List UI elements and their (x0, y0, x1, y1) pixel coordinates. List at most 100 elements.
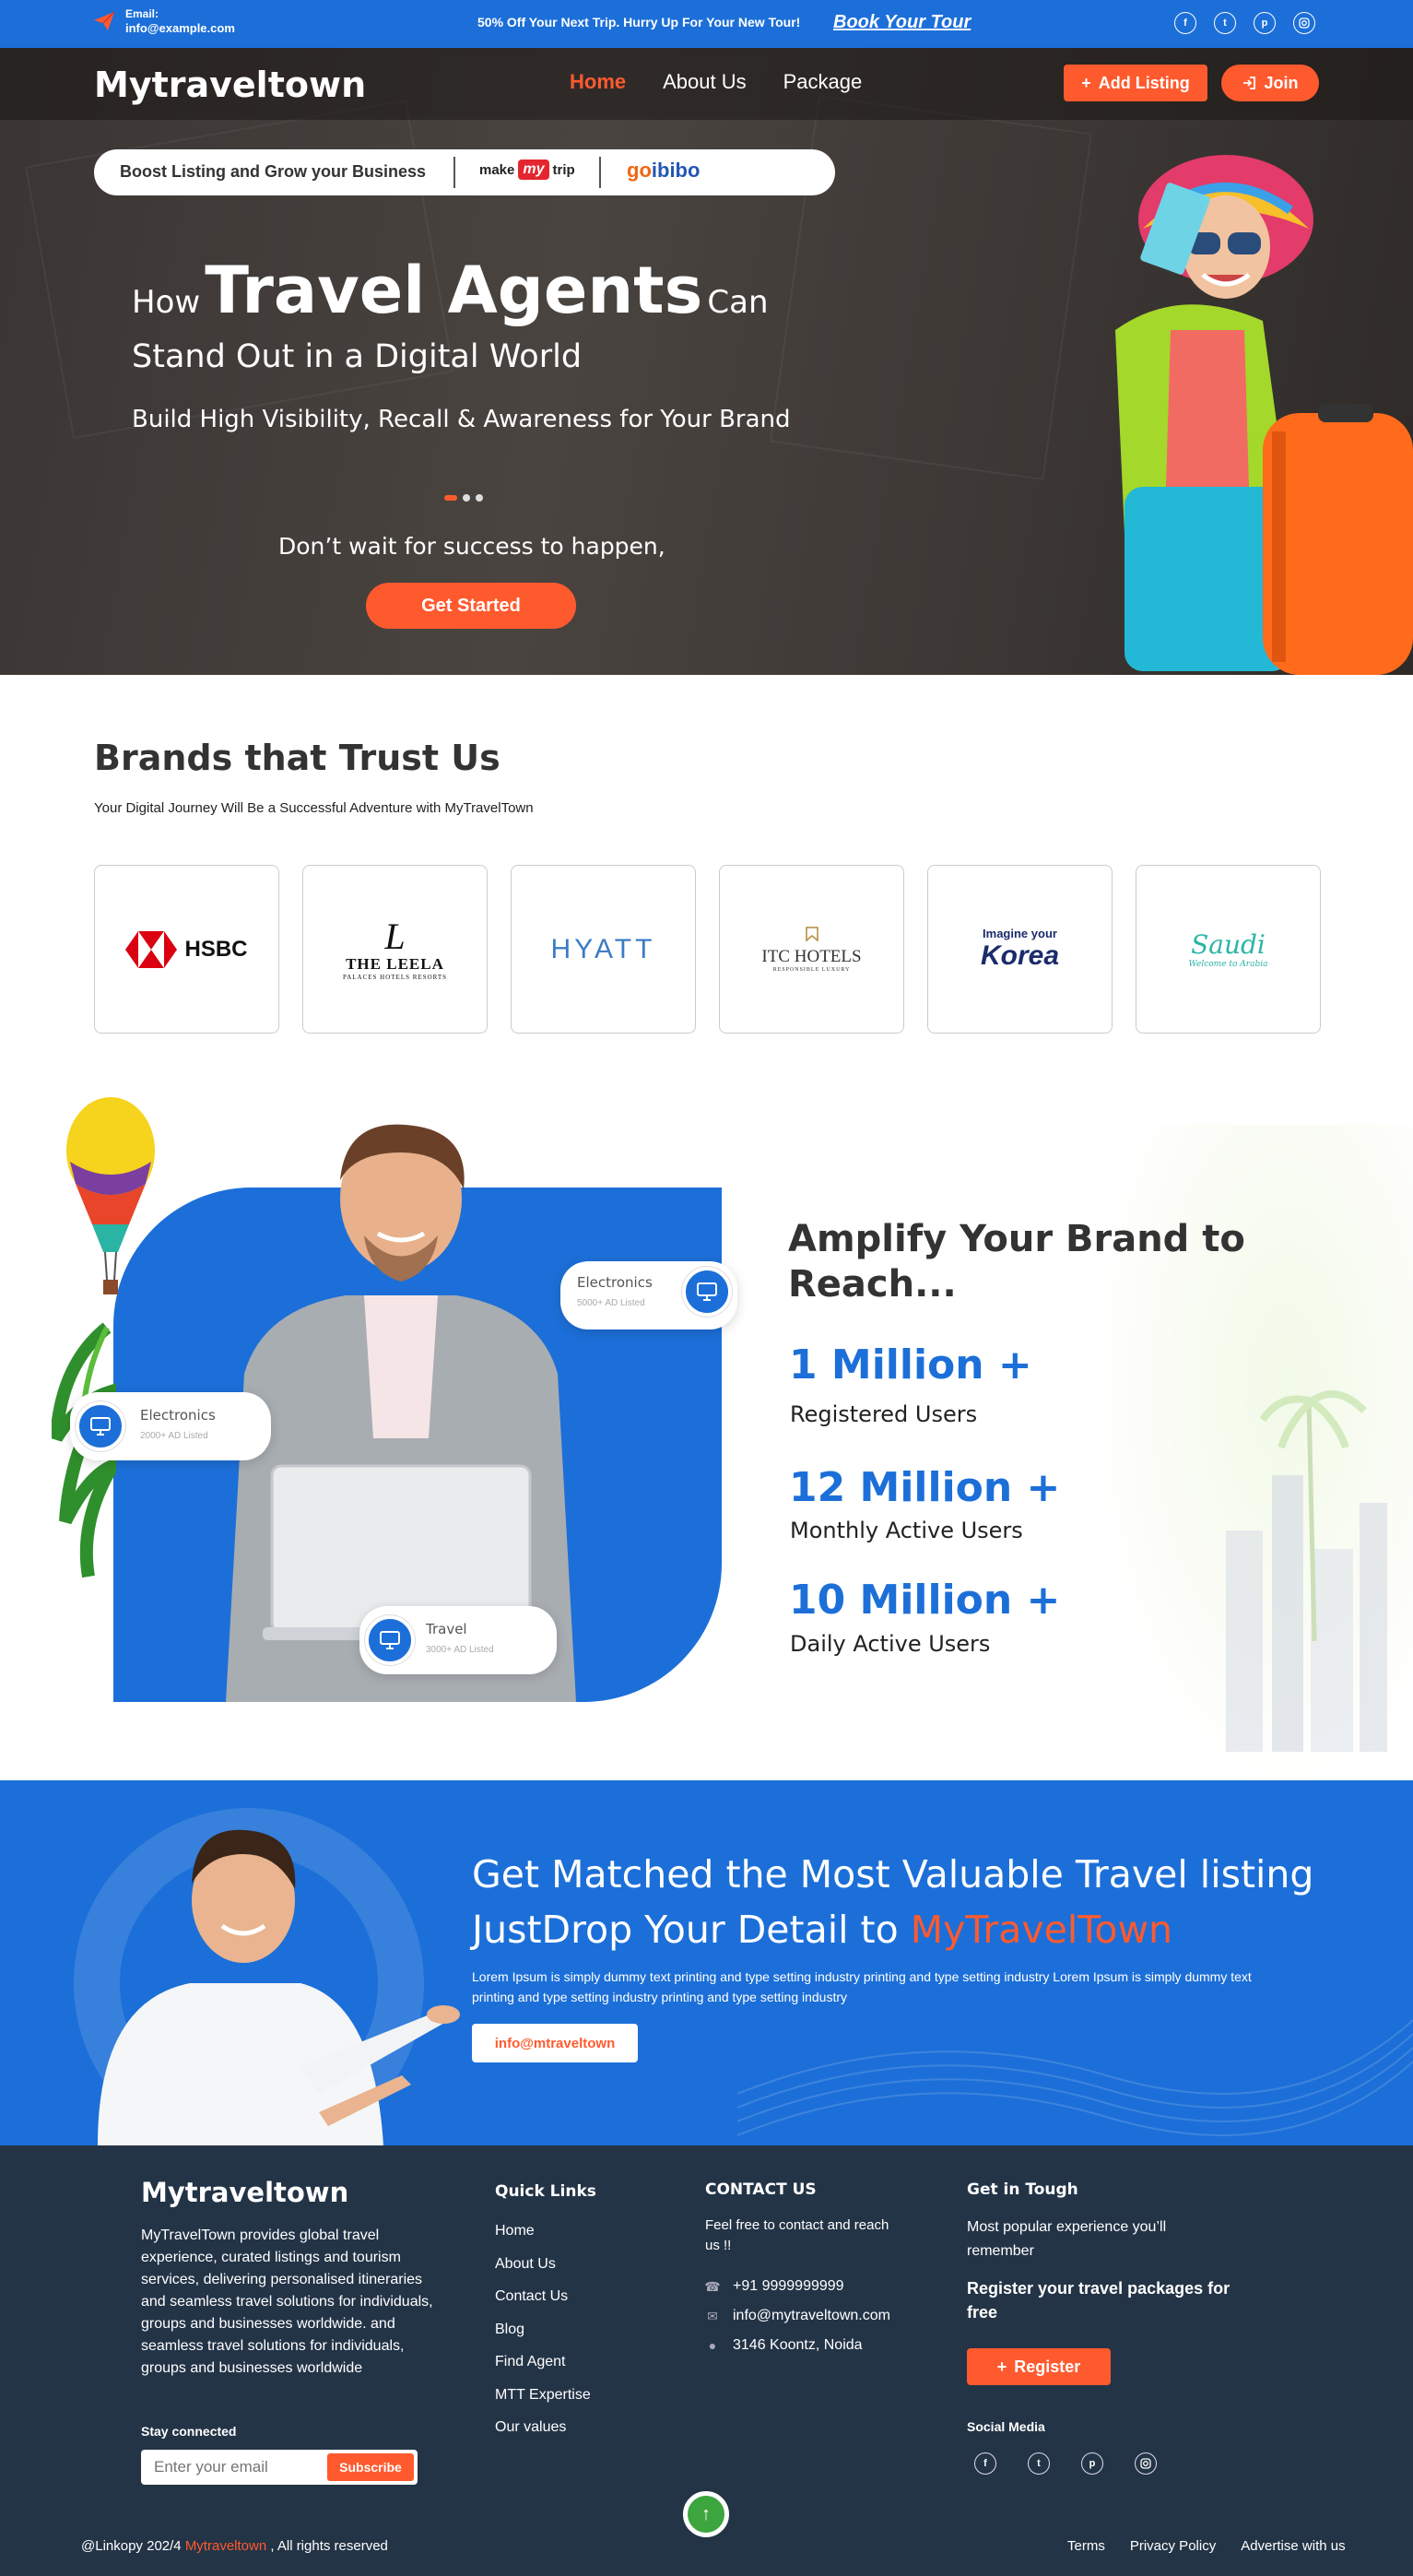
login-icon (1243, 77, 1256, 89)
divider (599, 157, 601, 188)
navbar: Mytraveltown Home About Us Package + Add… (0, 48, 1413, 120)
facebook-icon[interactable]: f (974, 2452, 996, 2475)
divider (453, 157, 455, 188)
main-nav: Home About Us Package (570, 70, 862, 94)
matched-title: Get Matched the Most Valuable Travel lis… (472, 1852, 1314, 1897)
goibibo-logo: goibibo (627, 159, 701, 182)
nav-item-about[interactable]: About Us (663, 70, 747, 94)
scroll-to-top-button[interactable]: ↑ (683, 2491, 729, 2537)
brand-card-saudi[interactable]: Saudi Welcome to Arabia (1136, 865, 1321, 1034)
contact-title: CONTACT US (705, 2180, 817, 2199)
stat-chip-electronics-5000: Electronics 5000+ AD Listed (560, 1261, 737, 1329)
footer-link-contact[interactable]: Contact Us (495, 2288, 591, 2322)
add-listing-button[interactable]: + Add Listing (1064, 65, 1207, 101)
twitter-icon[interactable]: t (1028, 2452, 1050, 2475)
stat-value: 12 Million + (789, 1464, 1061, 1511)
hero-subheadline: Build High Visibility, Recall & Awarenes… (132, 406, 791, 433)
contact-text: Feel free to contact and reach us !! (705, 2217, 889, 2253)
monitor-icon (365, 1615, 415, 1665)
join-button[interactable]: Join (1221, 65, 1319, 101)
terms-link[interactable]: Terms (1067, 2538, 1105, 2554)
carousel-dot[interactable] (476, 494, 483, 502)
join-label: Join (1264, 73, 1299, 92)
stat-chip-travel-3000: Travel 3000+ AD Listed (359, 1606, 557, 1674)
brand-card-itc[interactable]: ITC HOTELS RESPONSIBLE LUXURY (719, 865, 904, 1034)
stat-label: Registered Users (790, 1401, 978, 1427)
contact-address: ● 3146 Koontz, Noida (705, 2337, 863, 2354)
footer-logo[interactable]: Mytraveltown (141, 2177, 348, 2208)
twitter-icon[interactable]: t (1214, 12, 1236, 34)
footer-link-blog[interactable]: Blog (495, 2322, 591, 2355)
newsletter-form: Subscribe (141, 2450, 418, 2485)
itc-hotels-logo: ITC HOTELS RESPONSIBLE LUXURY (761, 926, 862, 973)
pointing-man-image (98, 1829, 460, 2145)
matched-title-line2: JustDrop Your Detail to MyTravelTown (472, 1908, 1172, 1952)
brand-logos: HSBC L THE LEELA PALACES HOTELS RESORTS … (94, 865, 1321, 1034)
boost-listing-banner[interactable]: Boost Listing and Grow your Business mak… (94, 149, 835, 195)
hero-section: Mytraveltown Home About Us Package + Add… (0, 48, 1413, 675)
hero-headline-line2: Stand Out in a Digital World (132, 338, 583, 375)
footer: Mytraveltown MyTravelTown provides globa… (0, 2145, 1413, 2576)
leela-logo: L THE LEELA PALACES HOTELS RESORTS (342, 915, 448, 981)
phone-icon: ☎ (704, 2278, 721, 2294)
boost-text: Boost Listing and Grow your Business (120, 162, 427, 181)
book-tour-link[interactable]: Book Your Tour (833, 12, 971, 33)
stat-label: Monthly Active Users (790, 1518, 1023, 1543)
top-bar: Email: info@example.com 50% Off Your Nex… (0, 0, 1413, 48)
register-button[interactable]: + Register (967, 2348, 1111, 2385)
email-value[interactable]: info@example.com (125, 21, 235, 35)
monitor-icon (76, 1401, 125, 1451)
contact-phone[interactable]: ☎ +91 9999999999 (704, 2278, 843, 2295)
subscribe-button[interactable]: Subscribe (327, 2453, 414, 2481)
arrow-up-icon: ↑ (701, 2503, 711, 2524)
city-palm-illustration (1226, 1390, 1387, 1752)
contact-email[interactable]: ✉ info@mytraveltown.com (705, 2308, 890, 2324)
footer-link-our-values[interactable]: Our values (495, 2419, 591, 2452)
site-logo[interactable]: Mytraveltown (94, 65, 366, 105)
hsbc-logo: HSBC (125, 930, 248, 968)
hero-headline: How Travel Agents Can (132, 253, 769, 328)
pinterest-icon[interactable]: p (1254, 12, 1276, 34)
top-social-links: f t p (1174, 12, 1315, 34)
brand-card-korea[interactable]: Imagine your Korea (927, 865, 1113, 1034)
get-in-touch-text: Most popular experience you’ll remember (967, 2219, 1167, 2259)
newsletter-email-input[interactable] (154, 2457, 320, 2477)
instagram-icon[interactable] (1293, 12, 1315, 34)
location-pin-icon: ● (708, 2338, 717, 2353)
footer-link-mtt-expertise[interactable]: MTT Expertise (495, 2387, 591, 2420)
nav-item-home[interactable]: Home (570, 70, 626, 94)
privacy-policy-link[interactable]: Privacy Policy (1130, 2538, 1216, 2554)
carousel-dot[interactable] (444, 495, 457, 501)
email-info: Email: info@example.com (92, 7, 235, 35)
pinterest-icon[interactable]: p (1081, 2452, 1103, 2475)
footer-link-find-agent[interactable]: Find Agent (495, 2354, 591, 2387)
hyatt-logo: HYATT (550, 933, 656, 964)
brand-card-hsbc[interactable]: HSBC (94, 865, 279, 1034)
saudi-tourism-logo: Saudi Welcome to Arabia (1188, 929, 1268, 969)
facebook-icon[interactable]: f (1174, 12, 1196, 34)
instagram-icon[interactable] (1135, 2452, 1157, 2475)
footer-link-home[interactable]: Home (495, 2223, 591, 2256)
stat-value: 1 Million + (789, 1341, 1032, 1388)
korea-tourism-logo: Imagine your Korea (980, 927, 1060, 971)
brand-card-hyatt[interactable]: HYATT (511, 865, 696, 1034)
stat-value: 10 Million + (789, 1577, 1061, 1624)
footer-description: MyTravelTown provides global travel expe… (141, 2227, 433, 2376)
register-prompt: Register your travel packages for free (967, 2279, 1230, 2322)
copyright: @Linkopy 202/4 Mytraveltown , All rights… (81, 2538, 388, 2554)
promo-text: 50% Off Your Next Trip. Hurry Up For You… (477, 15, 801, 30)
footer-link-about[interactable]: About Us (495, 2256, 591, 2289)
plus-icon: + (1081, 73, 1091, 92)
get-started-button[interactable]: Get Started (366, 583, 576, 629)
brand-card-leela[interactable]: L THE LEELA PALACES HOTELS RESORTS (302, 865, 488, 1034)
footer-social-links: f t p (974, 2452, 1157, 2475)
carousel-dot[interactable] (463, 494, 470, 502)
nav-item-package[interactable]: Package (783, 70, 863, 94)
get-in-touch-title: Get in Tough (967, 2180, 1078, 2199)
matched-description: Lorem Ipsum is simply dummy text printin… (472, 1969, 1252, 2004)
add-listing-label: Add Listing (1098, 73, 1190, 92)
matched-email-button[interactable]: info@mtraveltown (472, 2024, 638, 2062)
quick-links: Home About Us Contact Us Blog Find Agent… (495, 2223, 591, 2452)
advertise-link[interactable]: Advertise with us (1241, 2538, 1345, 2554)
stat-label: Daily Active Users (790, 1631, 991, 1657)
